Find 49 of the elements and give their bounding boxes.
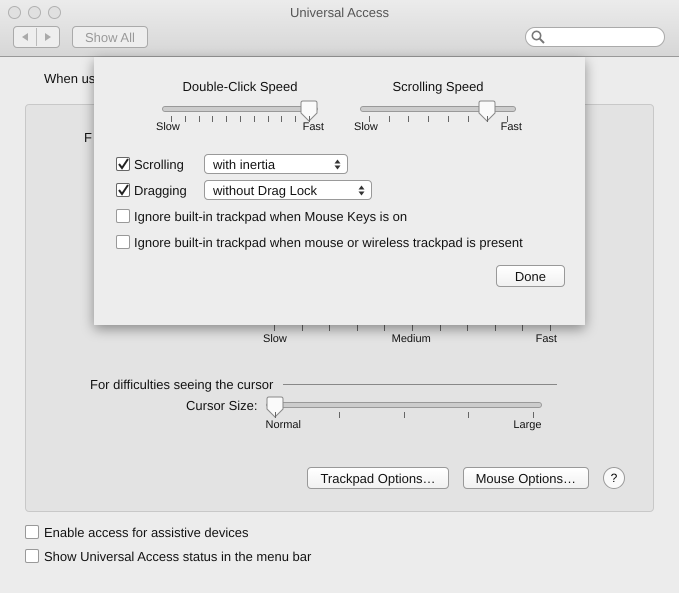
slider-title: Double-Click Speed xyxy=(182,79,298,94)
slider-label: Fast xyxy=(536,333,557,345)
slider-title: Scrolling Speed xyxy=(391,79,485,94)
checkbox[interactable] xyxy=(25,549,39,563)
checkbox-label: Ignore built-in trackpad when Mouse Keys is on xyxy=(134,208,408,224)
checkbox[interactable] xyxy=(116,209,130,223)
popup-menu[interactable]: without Drag Lock xyxy=(204,180,372,200)
slider-label: Slow xyxy=(354,121,378,133)
checkbox[interactable] xyxy=(116,183,130,197)
slider-label: Normal xyxy=(266,419,301,431)
slider-label: Slow xyxy=(156,121,180,133)
search-icon xyxy=(531,30,545,44)
back-forward-control[interactable] xyxy=(13,26,60,48)
minimize-button[interactable] xyxy=(28,6,41,18)
slider-label: Medium xyxy=(392,333,431,345)
updown-arrows-icon xyxy=(358,184,365,196)
checkbox[interactable] xyxy=(116,157,130,171)
slider-label: Fast xyxy=(302,121,324,133)
section-heading: For difficulties seeing the cursor xyxy=(90,377,274,392)
checkbox-label: Enable access for assistive devices xyxy=(44,524,248,540)
close-button[interactable] xyxy=(8,6,21,18)
back-icon[interactable] xyxy=(20,32,30,42)
speed-slider[interactable] xyxy=(360,100,516,122)
options-button[interactable]: Trackpad Options… xyxy=(307,467,449,489)
checkbox-label: Show Universal Access status in the menu bar xyxy=(44,548,312,564)
window-title: Universal Access xyxy=(290,4,389,20)
slider-label: Fast xyxy=(500,121,522,133)
cursor-size-label: Cursor Size: xyxy=(186,398,258,413)
help-button[interactable]: ? xyxy=(603,467,625,489)
slider-thumb[interactable] xyxy=(478,100,496,122)
zoom-button[interactable] xyxy=(48,6,61,18)
forward-icon[interactable] xyxy=(43,32,53,42)
slider-label: Slow xyxy=(263,333,287,345)
updown-arrows-icon xyxy=(334,158,341,170)
section-heading: F xyxy=(84,130,92,145)
slider-thumb[interactable] xyxy=(266,396,284,418)
done-button[interactable]: Done xyxy=(496,265,565,287)
checkbox-label: Dragging xyxy=(134,182,188,198)
search-field[interactable] xyxy=(525,27,665,47)
slider-thumb[interactable] xyxy=(300,100,318,122)
checkbox[interactable] xyxy=(116,235,130,249)
checkbox-label: Scrolling xyxy=(134,156,185,172)
popup-menu[interactable]: with inertia xyxy=(204,154,348,174)
speed-slider[interactable] xyxy=(162,100,318,122)
options-button[interactable]: Mouse Options… xyxy=(462,467,589,489)
slider-label: Large xyxy=(513,419,542,431)
checkbox-label: Ignore built-in trackpad when mouse or wireless trackpad is present xyxy=(134,234,523,250)
checkbox[interactable] xyxy=(25,525,39,539)
cursor-size-slider[interactable] xyxy=(266,396,542,418)
